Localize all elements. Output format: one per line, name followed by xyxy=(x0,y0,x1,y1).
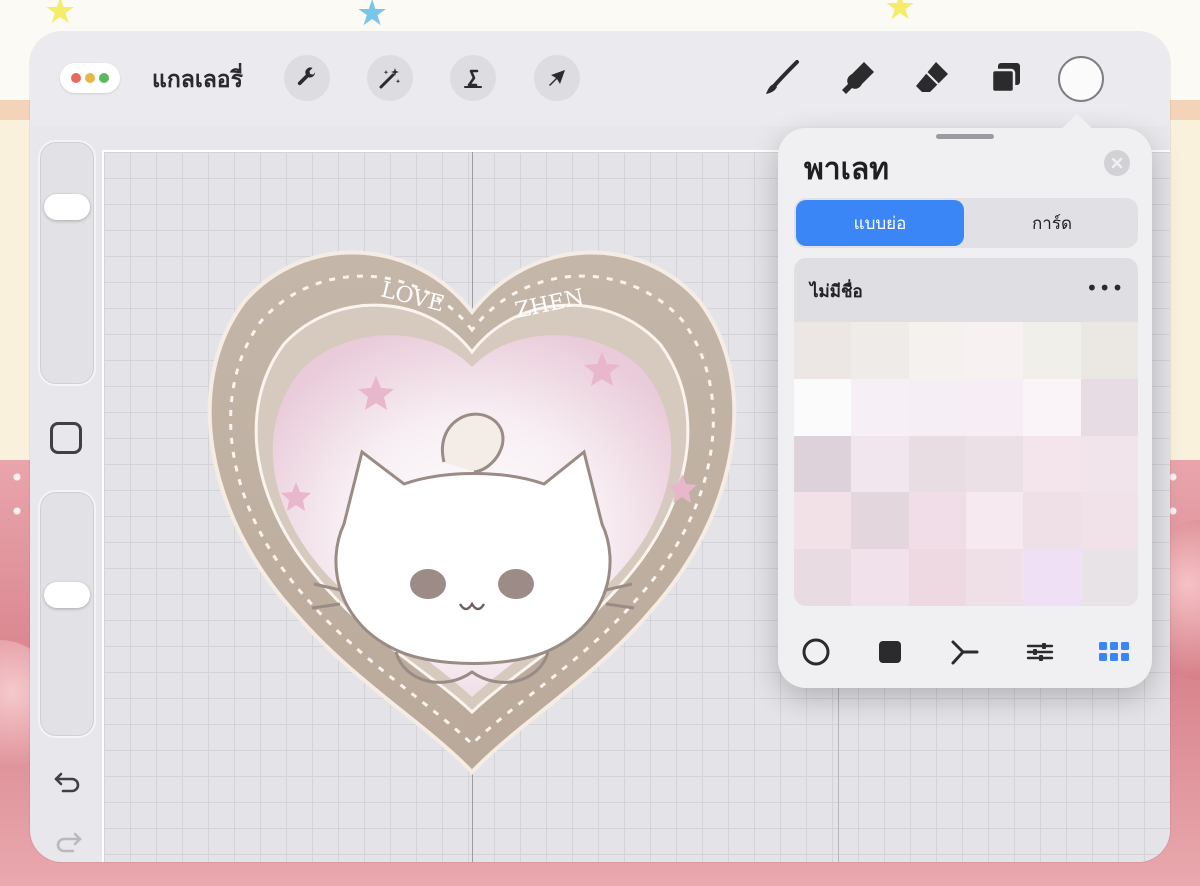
resize-corner xyxy=(1156,850,1170,862)
brush-icon xyxy=(766,60,799,94)
filled-square-icon xyxy=(879,641,901,663)
top-toolbar: แกลเลอรี่ xyxy=(30,32,1170,126)
harmony-mode[interactable] xyxy=(944,634,984,670)
tab-compact[interactable]: แบบย่อ xyxy=(796,200,964,246)
star-decoration: ★ xyxy=(884,0,917,28)
palettes-mode[interactable] xyxy=(1094,634,1134,670)
color-swatch[interactable] xyxy=(851,492,909,550)
smudge-tool[interactable] xyxy=(834,54,882,102)
palette-view-toggle: แบบย่อ การ์ด xyxy=(794,198,1138,248)
undo-button[interactable] xyxy=(50,764,86,800)
redo-icon xyxy=(56,832,82,853)
star-decoration: ★ xyxy=(356,0,389,34)
smudge-icon xyxy=(842,62,874,94)
selection-s-icon xyxy=(464,69,482,88)
redo-button[interactable] xyxy=(50,824,86,860)
color-swatch[interactable] xyxy=(794,435,852,493)
palette-title: พาเลท xyxy=(804,152,890,187)
color-swatch[interactable] xyxy=(851,549,909,606)
color-swatch[interactable] xyxy=(908,549,966,606)
color-swatch[interactable] xyxy=(1080,492,1138,550)
grid-icon xyxy=(1099,642,1129,661)
circle-outline-icon xyxy=(802,638,830,666)
selection-button[interactable] xyxy=(450,55,496,101)
arrow-cursor-icon xyxy=(549,70,565,86)
three-dots-icon xyxy=(71,73,81,83)
color-swatch[interactable] xyxy=(1080,549,1138,606)
star-decoration: ★ xyxy=(44,0,77,32)
wrench-icon xyxy=(297,67,315,86)
color-swatch[interactable] xyxy=(965,378,1024,436)
color-swatch[interactable] xyxy=(851,322,909,379)
color-swatch[interactable] xyxy=(794,492,852,550)
color-swatch[interactable] xyxy=(1023,378,1081,436)
classic-mode[interactable] xyxy=(870,634,910,670)
opacity-slider-handle[interactable] xyxy=(44,581,90,608)
color-swatch[interactable] xyxy=(908,492,966,550)
eraser-tool[interactable] xyxy=(908,54,956,102)
close-icon xyxy=(1111,157,1123,169)
eraser-icon xyxy=(916,62,948,92)
cat-eye-left xyxy=(410,569,446,599)
palette-name[interactable]: ไม่มีชื่อ xyxy=(810,278,863,305)
color-swatch[interactable] xyxy=(908,378,966,436)
cat-eye-right xyxy=(498,569,534,599)
color-swatch[interactable] xyxy=(1023,492,1081,550)
color-swatch[interactable] xyxy=(965,435,1024,493)
color-button[interactable] xyxy=(1058,56,1104,102)
tab-cards[interactable]: การ์ด xyxy=(968,200,1136,246)
transform-button[interactable] xyxy=(534,55,580,101)
color-swatch[interactable] xyxy=(1080,378,1138,436)
swatch-grid xyxy=(794,322,1138,606)
adjustments-button[interactable] xyxy=(367,55,413,101)
square-modify-icon[interactable] xyxy=(50,422,82,454)
color-swatch[interactable] xyxy=(794,378,852,436)
color-swatch[interactable] xyxy=(908,322,966,379)
color-swatch[interactable] xyxy=(965,549,1024,606)
color-swatch[interactable] xyxy=(794,322,852,379)
three-dots-icon xyxy=(85,73,95,83)
opacity-slider[interactable] xyxy=(38,490,96,738)
sliders-icon xyxy=(1026,643,1054,661)
color-swatch[interactable] xyxy=(1023,322,1081,379)
sidebar xyxy=(38,136,96,856)
brush-size-slider-handle[interactable] xyxy=(44,193,90,220)
magic-wand-icon xyxy=(379,68,401,89)
color-swatch[interactable] xyxy=(1080,435,1138,493)
color-swatch[interactable] xyxy=(1023,435,1081,493)
value-mode[interactable] xyxy=(1020,634,1060,670)
window-menu-button[interactable] xyxy=(60,63,120,93)
disc-mode[interactable] xyxy=(796,634,836,670)
color-mode-bar xyxy=(778,634,1152,670)
undo-icon xyxy=(54,772,80,793)
harmony-icon xyxy=(951,640,979,665)
color-swatch[interactable] xyxy=(965,492,1024,550)
three-dots-icon xyxy=(99,73,109,83)
palette-popover: พาเลท แบบย่อ การ์ด ไม่มีชื่อ ••• xyxy=(778,113,1152,688)
popover-grabber[interactable] xyxy=(936,134,994,139)
palette-more-button[interactable]: ••• xyxy=(1086,276,1124,300)
color-swatch[interactable] xyxy=(851,435,909,493)
close-button[interactable] xyxy=(1104,150,1130,176)
actions-button[interactable] xyxy=(284,55,330,101)
layers-icon xyxy=(990,63,1020,94)
color-swatch[interactable] xyxy=(794,549,852,606)
color-swatch[interactable] xyxy=(1023,549,1081,606)
brush-size-slider[interactable] xyxy=(38,140,96,386)
color-swatch[interactable] xyxy=(908,435,966,493)
color-swatch[interactable] xyxy=(1080,322,1138,379)
color-swatch[interactable] xyxy=(851,378,909,436)
brush-tool[interactable] xyxy=(758,54,806,102)
layers-tool[interactable] xyxy=(982,54,1030,102)
gallery-button[interactable]: แกลเลอรี่ xyxy=(152,62,243,98)
palette-card: ไม่มีชื่อ ••• xyxy=(794,258,1138,606)
color-swatch[interactable] xyxy=(965,322,1024,379)
